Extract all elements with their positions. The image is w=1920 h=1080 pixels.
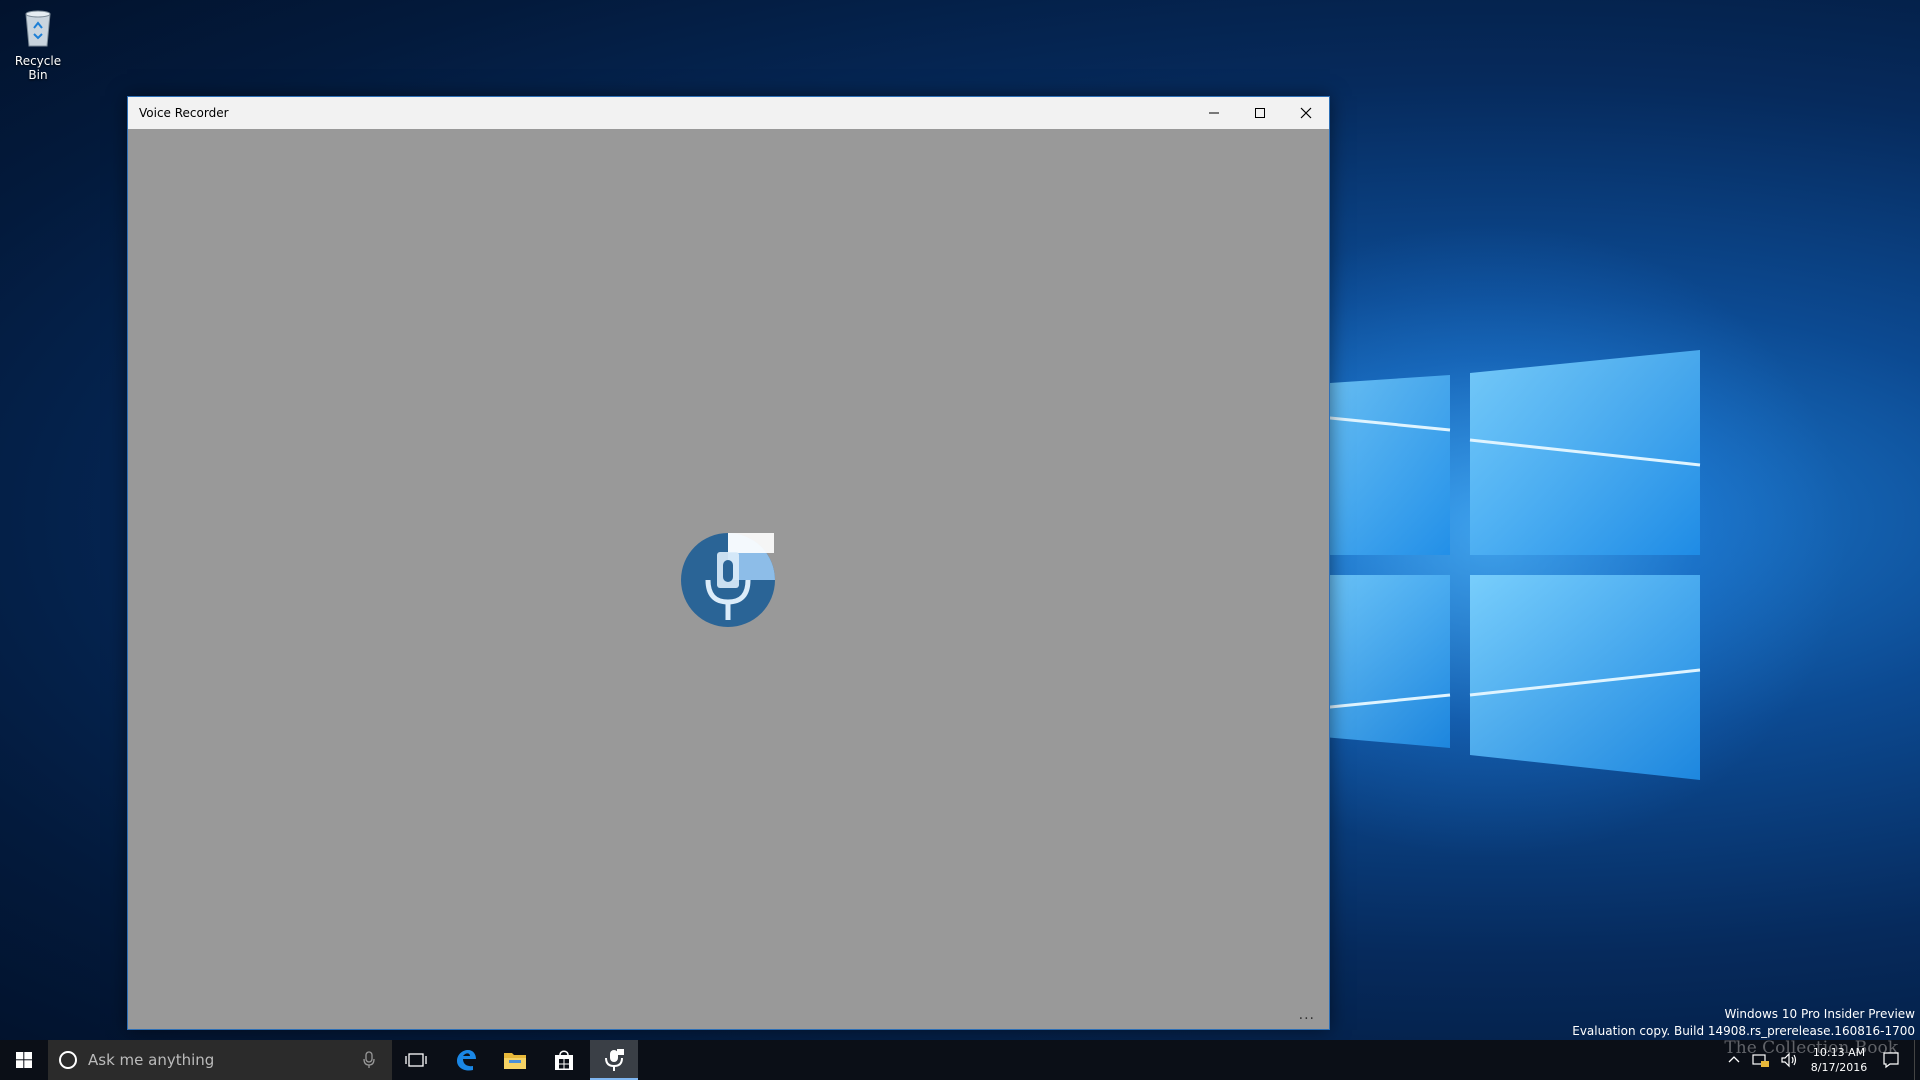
recycle-bin-label: Recycle Bin — [14, 54, 62, 82]
desktop: Recycle Bin Voice Recorder ... Windows 1… — [0, 0, 1920, 1080]
file-explorer-icon — [504, 1053, 526, 1069]
minimize-button[interactable] — [1191, 97, 1237, 129]
task-view-button[interactable] — [392, 1040, 440, 1080]
taskbar: 10:13 AM 8/17/2016 — [0, 1040, 1920, 1080]
title-bar[interactable]: Voice Recorder — [128, 97, 1329, 129]
maximize-button[interactable] — [1237, 97, 1283, 129]
search-input[interactable] — [86, 1050, 350, 1070]
watermark-brand-text: The Collection Book — [1724, 1038, 1898, 1058]
voice-recorder-window: Voice Recorder ... — [127, 96, 1330, 1030]
windows-logo-wallpaper — [1300, 350, 1701, 780]
window-title: Voice Recorder — [139, 106, 229, 120]
close-icon — [1300, 107, 1312, 119]
cortana-search-box[interactable] — [48, 1040, 392, 1080]
voice-recorder-icon — [605, 1049, 624, 1071]
cortana-icon — [59, 1051, 77, 1069]
clock-date: 8/17/2016 — [1810, 1061, 1868, 1074]
recycle-bin-shortcut[interactable]: Recycle Bin — [4, 6, 72, 82]
maximize-icon — [1255, 108, 1265, 118]
close-button[interactable] — [1283, 97, 1329, 129]
minimize-icon — [1209, 112, 1219, 114]
recycle-bin-icon — [25, 10, 51, 47]
build-watermark: Windows 10 Pro Insider Preview Evaluatio… — [1572, 1006, 1915, 1040]
more-options-button[interactable]: ... — [1299, 1007, 1315, 1023]
edge-icon — [457, 1050, 476, 1071]
edge-taskbar-button[interactable] — [442, 1040, 490, 1080]
microphone-icon[interactable] — [362, 1051, 376, 1069]
voice-recorder-taskbar-button[interactable] — [590, 1040, 638, 1080]
task-view-icon — [405, 1053, 427, 1067]
store-taskbar-button[interactable] — [540, 1040, 588, 1080]
show-desktop-button[interactable] — [1914, 1040, 1920, 1080]
windows-start-icon — [16, 1052, 32, 1068]
start-button[interactable] — [0, 1040, 48, 1080]
store-icon — [555, 1050, 573, 1070]
microphone-icon — [681, 533, 775, 627]
watermark-line-edition: Windows 10 Pro Insider Preview — [1724, 1007, 1915, 1021]
file-explorer-taskbar-button[interactable] — [491, 1040, 539, 1080]
